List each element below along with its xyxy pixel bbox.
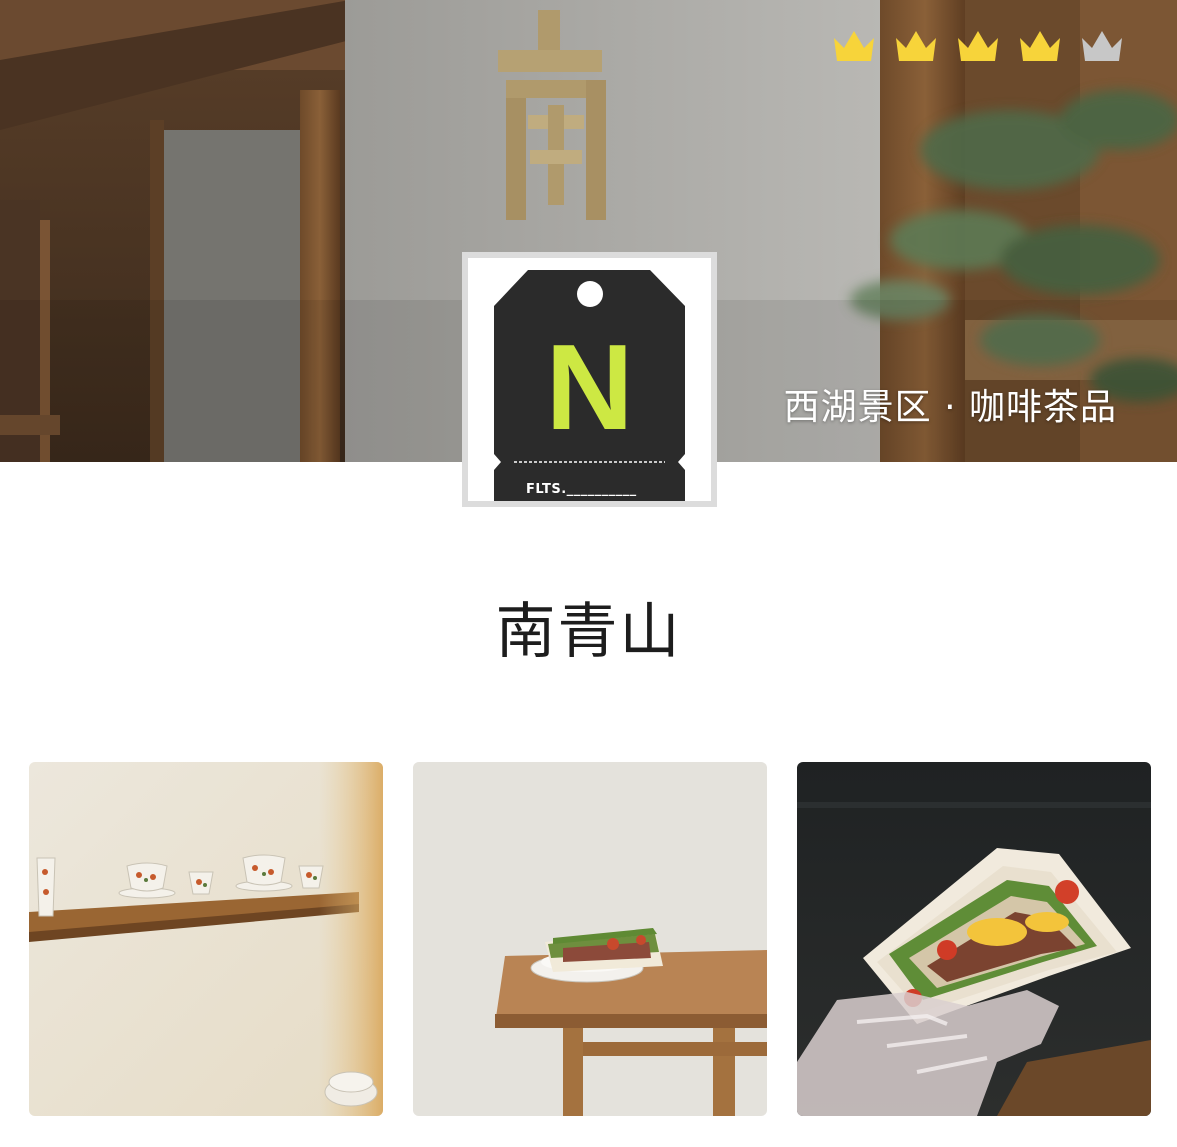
shop-tagline: 西湖景区 · 咖啡茶品 bbox=[783, 387, 1117, 428]
sandwich-on-table-photo bbox=[413, 762, 767, 1116]
logo-caption: FLTS.__________ bbox=[526, 482, 637, 497]
crown-icon bbox=[834, 31, 874, 61]
tea-shelf-photo bbox=[29, 762, 383, 1116]
crown-icon bbox=[896, 31, 936, 61]
photo-gallery bbox=[29, 762, 1151, 1116]
rating bbox=[831, 28, 1125, 64]
crown-icon bbox=[1020, 31, 1060, 61]
logo-letter: N bbox=[545, 319, 634, 455]
crown-icon bbox=[958, 31, 998, 61]
shop-name: 南青山 bbox=[495, 597, 682, 667]
shop-logo: N FLTS.__________ bbox=[462, 252, 717, 507]
gallery-photo-2[interactable] bbox=[413, 762, 767, 1116]
sandwich-in-hand-photo bbox=[797, 762, 1151, 1116]
gallery-photo-3[interactable] bbox=[797, 762, 1151, 1116]
crown-icon bbox=[1082, 31, 1122, 61]
gallery-photo-1[interactable] bbox=[29, 762, 383, 1116]
